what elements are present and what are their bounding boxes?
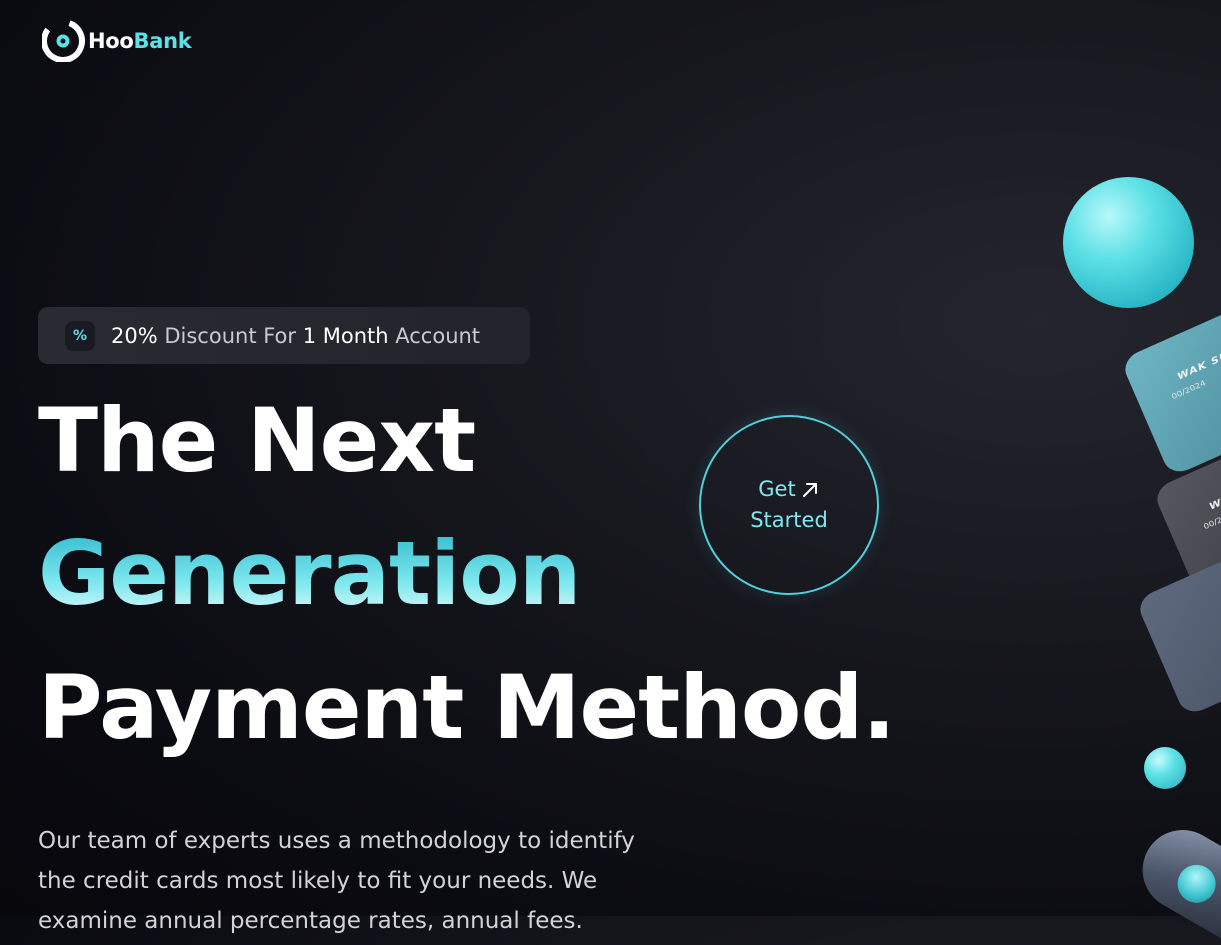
decorative-sphere-small [1144,747,1186,789]
discount-badge: % 20% Discount For 1 Month Account [38,307,530,364]
brand-logo[interactable]: HooBank [42,20,192,62]
card-holder-name: WAK SUNA [1176,341,1221,383]
hero-heading-line2: Generation [38,522,581,625]
hero-heading-line1: The Next [38,389,476,492]
card-holder-name: WAK [1208,489,1221,513]
brand-name: HooBank [88,29,192,53]
get-started-label-line2: Started [750,508,828,532]
get-started-button[interactable]: Get Started [699,415,879,595]
get-started-label-line1: Get [758,477,796,501]
hero-description: Our team of experts uses a methodology t… [38,828,635,934]
decorative-capsule [1128,815,1221,945]
hoobank-logo-icon [42,20,85,62]
hero-heading-line3: Payment Method. [38,656,896,759]
discount-text: 20% Discount For 1 Month Account [111,323,481,348]
decorative-sphere-large [1063,177,1194,308]
arrow-up-right-icon [802,482,817,497]
card-expiry: 00/2024 [1170,378,1207,402]
percent-icon: % [65,320,95,351]
